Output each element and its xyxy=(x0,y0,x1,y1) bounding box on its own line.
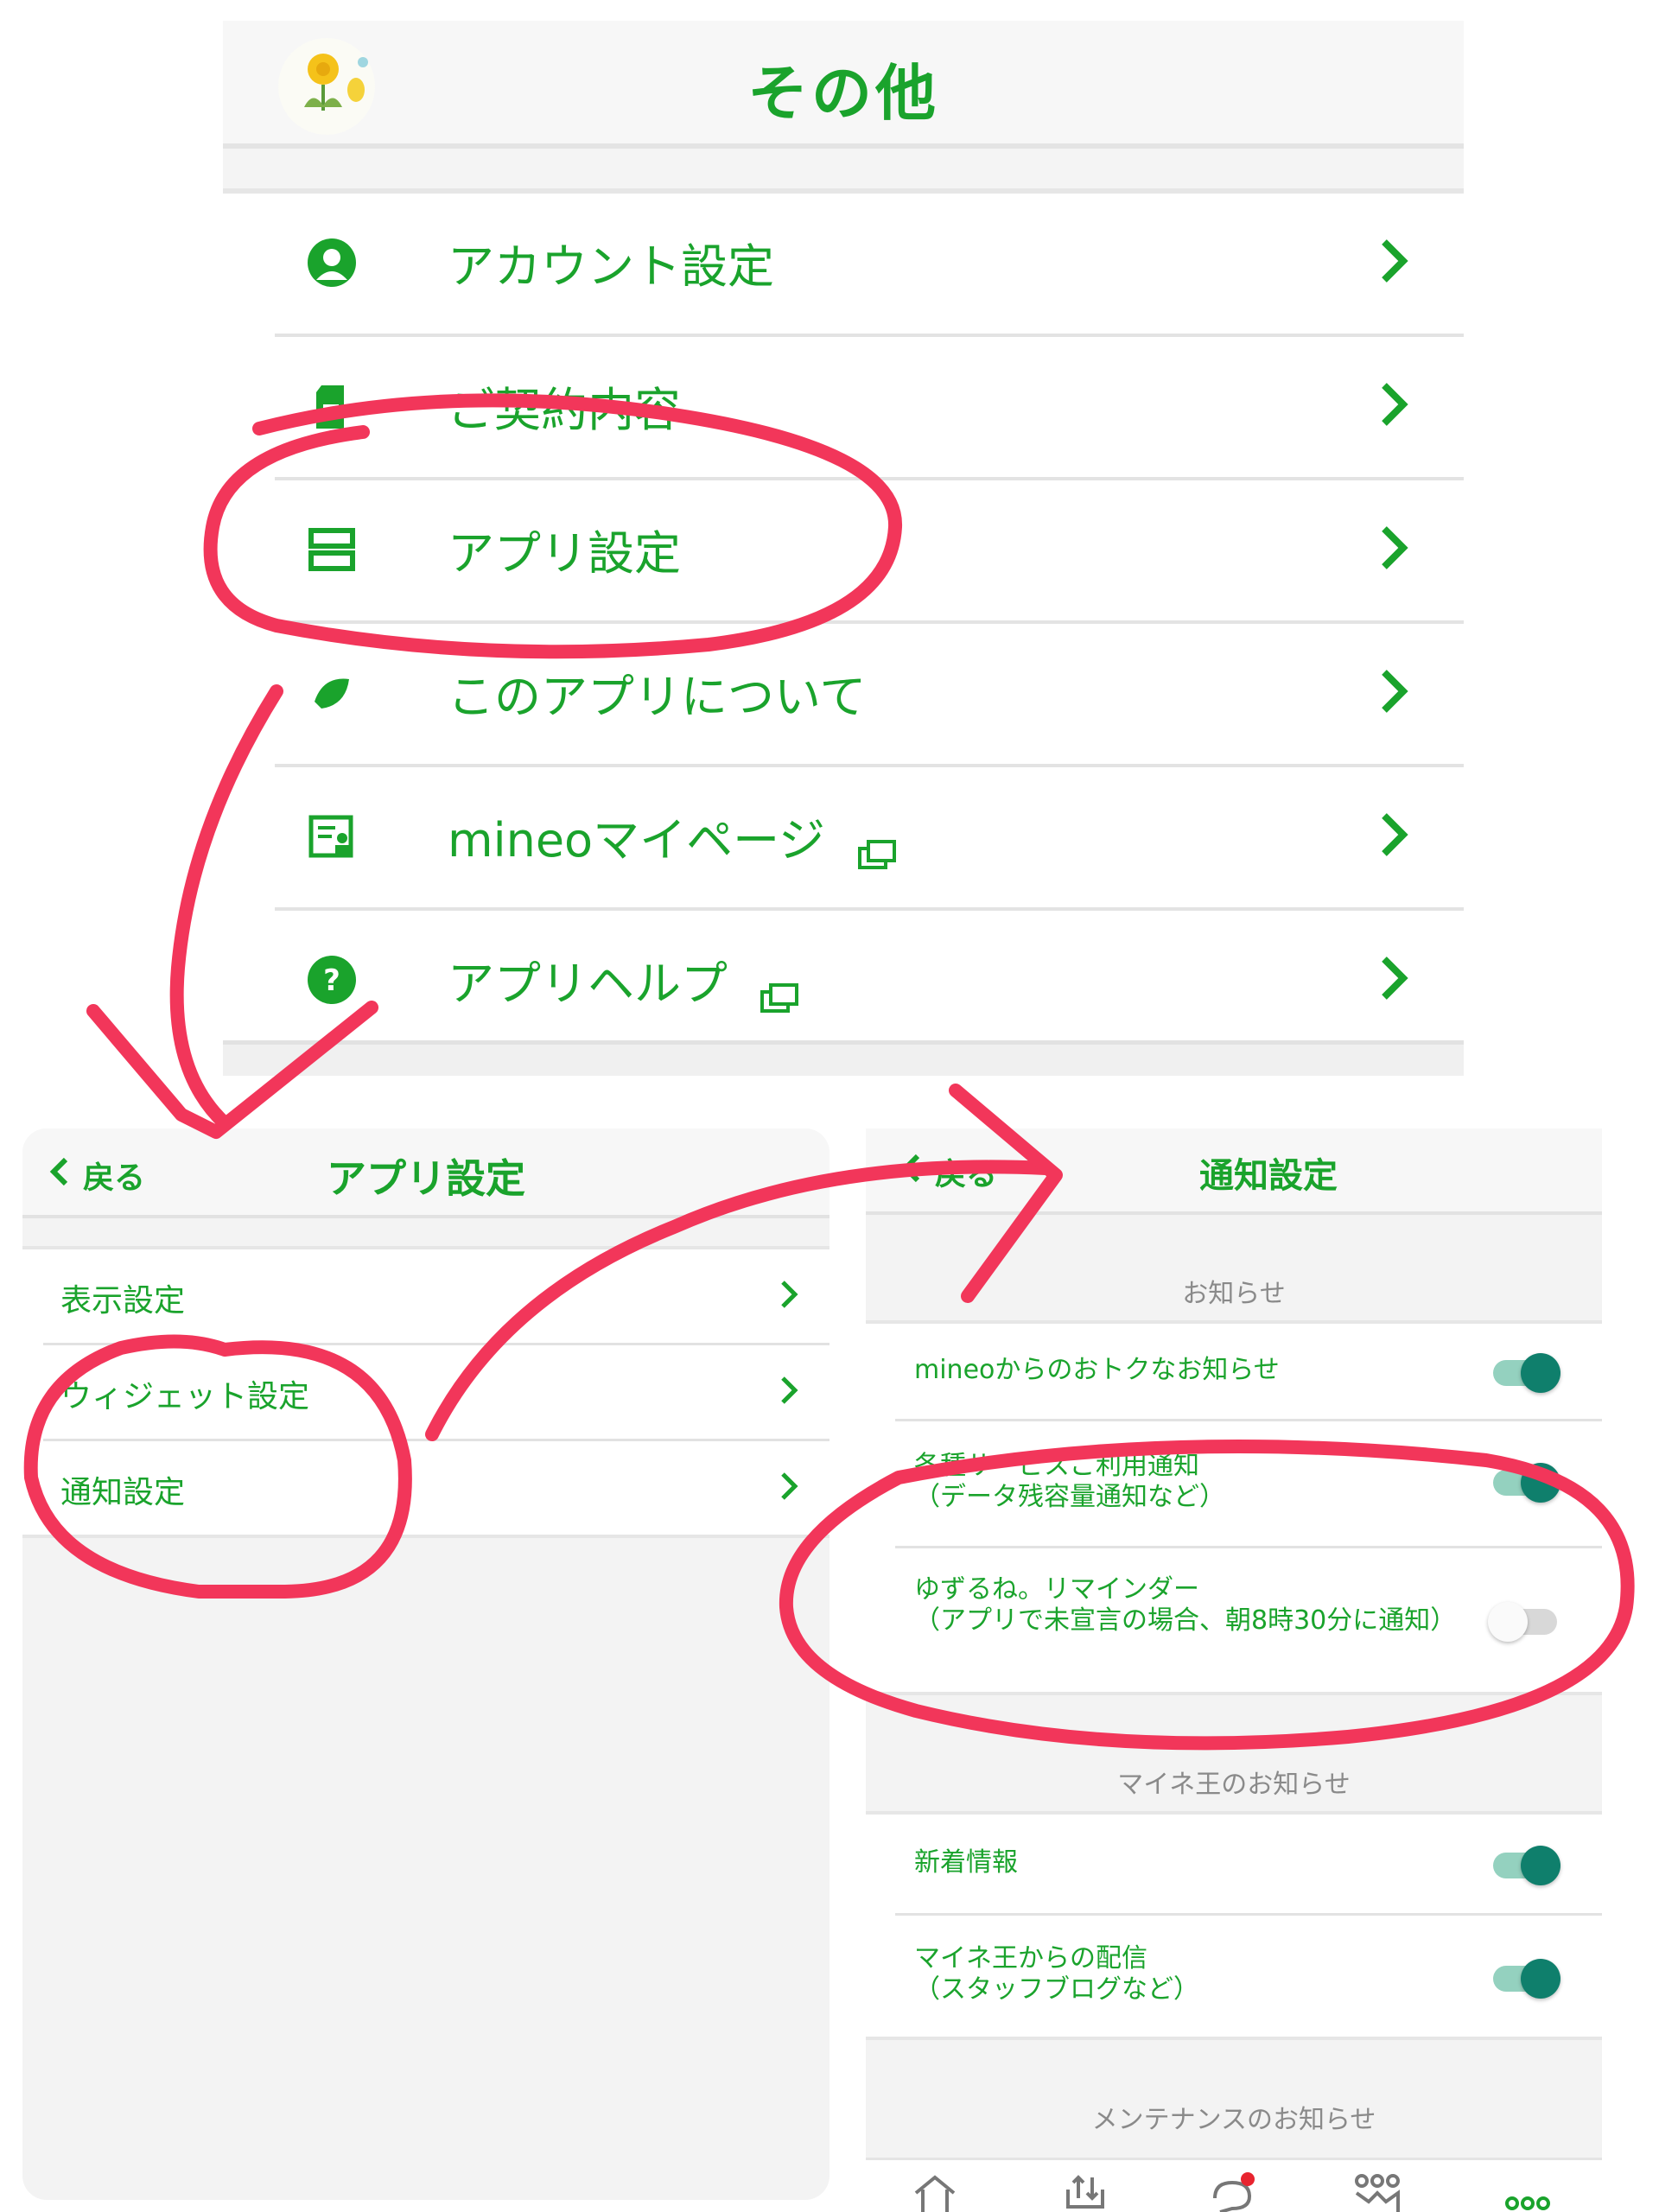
toggle-switch[interactable] xyxy=(1493,1846,1560,1885)
chevron-right-icon xyxy=(1377,665,1412,717)
header: 戻る 通知設定 xyxy=(866,1128,1602,1215)
menu-item-notification-settings[interactable]: 通知設定 xyxy=(43,1441,830,1535)
help-circle-icon: ? xyxy=(306,954,358,1006)
app-settings-icon xyxy=(306,524,358,575)
chevron-right-icon xyxy=(779,1471,798,1502)
notification-label: ゆずるね。リマインダー （アプリで未宣言の場合、朝8時30分に通知） xyxy=(914,1574,1457,1636)
menu-item-label: アプリ設定 xyxy=(448,526,681,581)
app-settings-screen: 戻る アプリ設定 表示設定 ウィジェット設定 通知設定 xyxy=(22,1128,830,2200)
menu-item-label: 通知設定 xyxy=(60,1475,186,1510)
menu-item-app-help[interactable]: ? アプリヘルプ xyxy=(275,911,1464,1051)
menu-item-label: アカウント設定 xyxy=(448,239,774,294)
toggle-switch[interactable] xyxy=(1488,1602,1557,1642)
bottom-navigation xyxy=(866,2158,1602,2212)
external-link-icon xyxy=(759,971,800,1014)
home-icon[interactable] xyxy=(911,2172,959,2212)
section-header-maintenance: メンテナンスのお知らせ xyxy=(1091,2105,1376,2135)
user-circle-icon xyxy=(306,237,358,289)
toggle-switch[interactable] xyxy=(1493,1353,1560,1393)
notification-settings-screen: 戻る 通知設定 お知らせ mineoからのおトクなお知らせ 各種サービスご利用通… xyxy=(866,1128,1602,2212)
menu-item-label: アプリヘルプ xyxy=(448,945,800,1014)
svg-text:?: ? xyxy=(323,963,340,998)
menu-item-display-settings[interactable]: 表示設定 xyxy=(43,1249,830,1345)
menu-item-account-settings[interactable]: アカウント設定 xyxy=(275,194,1464,337)
toggle-switch[interactable] xyxy=(1493,1463,1560,1503)
page-title: アプリ設定 xyxy=(327,1155,525,1202)
oshirase-group: mineoからのおトクなお知らせ 各種サービスご利用通知 （データ残容量通知など… xyxy=(866,1320,1602,1695)
chevron-right-icon xyxy=(1377,809,1412,861)
list-item: マイネ王からの配信 （スタッフブログなど） xyxy=(895,1916,1602,2037)
section-header-maineou: マイネ王のお知らせ xyxy=(1117,1770,1351,1800)
page-title: その他 xyxy=(747,58,939,129)
toggle-knob xyxy=(1521,1463,1560,1503)
menu-item-label: ウィジェット設定 xyxy=(60,1379,310,1414)
toggle-knob xyxy=(1521,1959,1560,1999)
menu-item-label: mineoマイページ xyxy=(448,802,898,870)
settings-list: 表示設定 ウィジェット設定 通知設定 xyxy=(22,1246,830,1538)
divider xyxy=(223,1040,1464,1076)
community-icon[interactable] xyxy=(1353,2172,1402,2212)
section-header-oshirase: お知らせ xyxy=(1182,1279,1286,1309)
more-icon[interactable] xyxy=(1503,2172,1552,2212)
chevron-right-icon xyxy=(1377,235,1412,287)
document-icon xyxy=(306,380,358,432)
menu-item-app-settings[interactable]: アプリ設定 xyxy=(275,480,1464,624)
menu-item-label: ご契約内容 xyxy=(448,383,681,437)
menu-item-widget-settings[interactable]: ウィジェット設定 xyxy=(43,1345,830,1441)
menu-item-label: このアプリについて xyxy=(448,670,867,724)
toggle-knob xyxy=(1488,1602,1528,1642)
chevron-right-icon xyxy=(1377,522,1412,574)
header: 戻る アプリ設定 xyxy=(22,1128,830,1218)
notification-label: 新着情報 xyxy=(914,1847,1018,1878)
chevron-right-icon xyxy=(1377,952,1412,1004)
chevron-right-icon xyxy=(1377,378,1412,430)
menu-item-label: 表示設定 xyxy=(60,1283,186,1319)
toggle-switch[interactable] xyxy=(1493,1959,1560,1999)
toggle-knob xyxy=(1521,1353,1560,1393)
data-transfer-icon[interactable] xyxy=(1061,2172,1109,2212)
page-title: 通知設定 xyxy=(1199,1156,1338,1196)
chevron-right-icon xyxy=(779,1279,798,1310)
menu-item-contract[interactable]: ご契約内容 xyxy=(275,337,1464,480)
maineou-group: 新着情報 マイネ王からの配信 （スタッフブログなど） xyxy=(866,1811,1602,2040)
menu-list: アカウント設定 ご契約内容 アプリ設定 このアプリについて mineoマイページ… xyxy=(223,188,1464,1051)
list-item: 新着情報 xyxy=(895,1815,1602,1916)
menu-item-about-app[interactable]: このアプリについて xyxy=(275,624,1464,767)
chevron-right-icon xyxy=(779,1375,798,1406)
notification-label: 各種サービスご利用通知 （データ残容量通知など） xyxy=(914,1451,1225,1512)
external-link-icon xyxy=(856,828,898,870)
notification-label: マイネ王からの配信 （スタッフブログなど） xyxy=(914,1943,1199,2005)
list-item: 各種サービスご利用通知 （データ残容量通知など） xyxy=(895,1421,1602,1548)
notification-label: mineoからのおトクなお知らせ xyxy=(914,1355,1280,1385)
menu-item-mypage[interactable]: mineoマイページ xyxy=(275,767,1464,911)
header: その他 xyxy=(223,21,1464,149)
list-item: mineoからのおトクなお知らせ xyxy=(895,1324,1602,1421)
chat-icon[interactable] xyxy=(1208,2172,1256,2212)
profile-card-icon xyxy=(306,810,358,862)
other-menu-screen: その他 アカウント設定 ご契約内容 アプリ設定 このアプリについて mineoマ… xyxy=(223,21,1464,1076)
leaf-icon xyxy=(306,667,358,719)
list-item: ゆずるね。リマインダー （アプリで未宣言の場合、朝8時30分に通知） xyxy=(895,1548,1602,1692)
toggle-knob xyxy=(1521,1846,1560,1885)
